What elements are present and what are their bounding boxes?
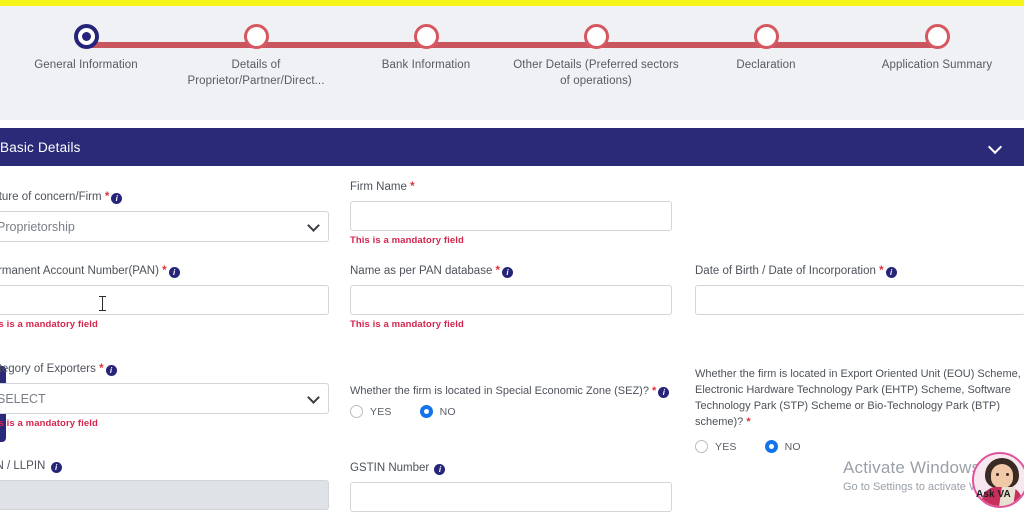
radio-icon bbox=[695, 440, 708, 453]
field-gstin: GSTIN Number i bbox=[350, 461, 672, 512]
pan-input[interactable] bbox=[0, 285, 329, 315]
info-icon[interactable]: i bbox=[658, 387, 670, 398]
avatar-eye-left bbox=[996, 473, 999, 476]
stepper-step-label: Other Details (Preferred sectors of oper… bbox=[513, 59, 679, 87]
validation-error: This is a mandatory field bbox=[350, 235, 464, 246]
info-icon[interactable]: i bbox=[111, 193, 123, 204]
page-root: General Information Details of Proprieto… bbox=[0, 0, 1024, 512]
stepper-step-label: Application Summary bbox=[881, 59, 993, 71]
name-as-per-pan-input[interactable] bbox=[350, 285, 672, 315]
radio-selected-icon bbox=[419, 405, 433, 418]
step-marker-icon bbox=[583, 24, 609, 49]
firm-name-input[interactable] bbox=[350, 201, 672, 231]
field-date-of-birth: Date of Birth / Date of Incorporation * i bbox=[695, 264, 1024, 315]
category-of-exporters-select[interactable]: SELECT bbox=[0, 383, 329, 414]
required-asterisk: * bbox=[104, 191, 110, 203]
stepper-step-label: Declaration bbox=[736, 59, 796, 71]
validation-error: This is a mandatory field bbox=[350, 319, 464, 330]
field-pan: Permanent Account Number(PAN) *i This is… bbox=[0, 264, 329, 330]
basic-details-section-header[interactable]: Basic Details bbox=[0, 128, 1024, 166]
sez-radio-yes[interactable]: YES bbox=[350, 405, 392, 418]
field-sez: Whether the firm is located in Special E… bbox=[350, 383, 672, 418]
ask-va-label: Ask VA bbox=[976, 489, 1011, 500]
chevron-down-icon[interactable] bbox=[989, 141, 1002, 154]
validation-error: This is a mandatory field bbox=[0, 319, 98, 330]
required-asterisk: * bbox=[99, 363, 104, 375]
stepper-step-declaration[interactable]: Declaration bbox=[681, 24, 851, 73]
gstin-input[interactable] bbox=[350, 482, 672, 512]
field-eou: Whether the firm is located in Export Or… bbox=[695, 366, 1024, 453]
field-firm-name: Firm Name * This is a mandatory field bbox=[350, 180, 672, 246]
stepper-step-label: Bank Information bbox=[381, 59, 471, 71]
required-asterisk: * bbox=[495, 265, 501, 277]
field-label: Nature of concern/Firm *i bbox=[0, 190, 329, 205]
field-nature-of-concern: Nature of concern/Firm *i Proprietorship bbox=[0, 190, 329, 242]
field-name-as-per-pan: Name as per PAN database * i This is a ma… bbox=[350, 264, 672, 330]
radio-label: YES bbox=[370, 405, 392, 418]
required-asterisk: * bbox=[746, 416, 751, 428]
required-asterisk: * bbox=[879, 265, 884, 277]
text-cursor-icon bbox=[99, 296, 106, 311]
field-label: Whether the firm is located in Export Or… bbox=[695, 368, 1021, 428]
stepper-step-application-summary[interactable]: Application Summary bbox=[852, 24, 1022, 73]
info-icon[interactable]: i bbox=[168, 267, 180, 278]
step-marker-icon bbox=[753, 24, 779, 49]
radio-label: YES bbox=[715, 440, 737, 453]
validation-error: This is a mandatory field bbox=[0, 418, 98, 429]
required-asterisk: * bbox=[652, 385, 657, 397]
eou-radio-no[interactable]: NO bbox=[764, 440, 801, 453]
field-label: Permanent Account Number(PAN) * i bbox=[0, 264, 329, 279]
field-label: Firm Name * bbox=[350, 181, 415, 193]
stepper-step-bank-information[interactable]: Bank Information bbox=[341, 24, 511, 73]
cin-llpin-input bbox=[0, 480, 329, 510]
field-label: Whether the firm is located in Special E… bbox=[350, 383, 672, 399]
info-icon[interactable]: i bbox=[50, 462, 62, 473]
radio-label: NO bbox=[439, 405, 456, 418]
nature-of-concern-select[interactable]: Proprietorship bbox=[0, 211, 329, 242]
field-label: Name as per PAN database * i bbox=[350, 264, 672, 279]
field-category-of-exporters: Category of Exporters *i SELECT This is … bbox=[0, 362, 329, 429]
sez-radio-group: YES NO bbox=[350, 405, 672, 418]
radio-icon bbox=[350, 405, 363, 418]
eou-radio-yes[interactable]: YES bbox=[695, 440, 737, 453]
step-marker-icon bbox=[924, 24, 950, 49]
info-icon[interactable]: i bbox=[105, 365, 117, 376]
avatar-eye-right bbox=[1006, 473, 1009, 476]
sez-radio-no[interactable]: NO bbox=[419, 405, 456, 418]
step-marker-icon bbox=[413, 24, 439, 49]
field-label: Date of Birth / Date of Incorporation * i bbox=[695, 264, 1024, 279]
date-of-birth-input[interactable] bbox=[695, 285, 1024, 315]
stepper-step-details-of-proprietor[interactable]: Details of Proprietor/Partner/Direct... bbox=[171, 24, 341, 89]
step-marker-icon bbox=[243, 24, 269, 49]
progress-stepper: General Information Details of Proprieto… bbox=[0, 6, 1024, 120]
field-cin-llpin: CIN / LLPIN i bbox=[0, 459, 329, 510]
info-icon[interactable]: i bbox=[502, 267, 514, 278]
info-icon[interactable]: i bbox=[434, 464, 446, 475]
stepper-step-general-information[interactable]: General Information bbox=[1, 24, 171, 73]
field-label: Category of Exporters *i bbox=[0, 362, 329, 377]
stepper-step-other-details[interactable]: Other Details (Preferred sectors of oper… bbox=[511, 24, 681, 89]
stepper-step-label: General Information bbox=[34, 59, 138, 71]
radio-selected-icon bbox=[764, 440, 778, 453]
required-asterisk: * bbox=[162, 265, 167, 277]
stepper-step-label: Details of Proprietor/Partner/Direct... bbox=[187, 59, 325, 87]
step-marker-icon bbox=[73, 24, 99, 49]
avatar-face bbox=[991, 464, 1013, 488]
radio-label: NO bbox=[784, 440, 801, 453]
info-icon[interactable]: i bbox=[885, 267, 897, 278]
required-asterisk: * bbox=[410, 181, 415, 193]
field-label: CIN / LLPIN i bbox=[0, 459, 329, 474]
ask-va-widget[interactable]: Ask VA bbox=[972, 452, 1024, 512]
field-label: GSTIN Number i bbox=[350, 461, 672, 476]
section-title: Basic Details bbox=[0, 139, 81, 155]
